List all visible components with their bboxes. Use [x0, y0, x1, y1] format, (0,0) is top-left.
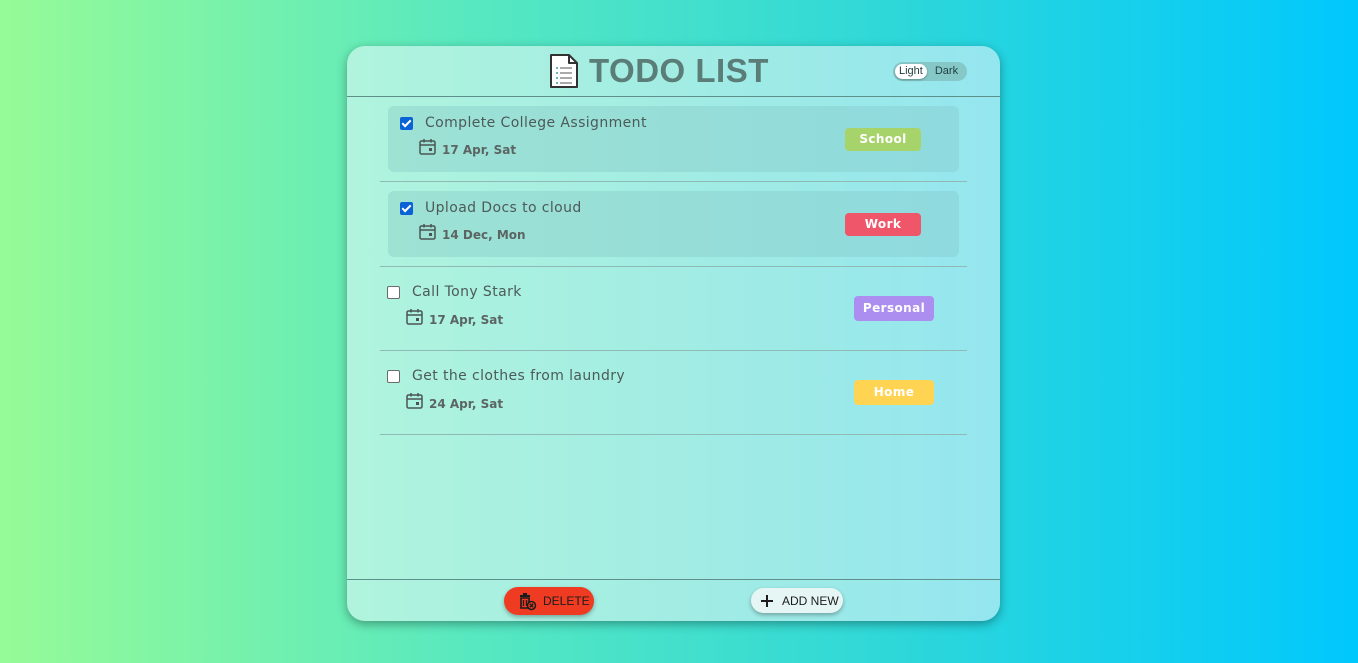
document-list-icon	[550, 54, 578, 88]
category-tag-home: Home	[854, 380, 934, 405]
task-checkbox[interactable]	[387, 286, 400, 299]
task-name: Upload Docs to cloud	[425, 200, 582, 216]
theme-option-light[interactable]: Light	[895, 64, 927, 79]
category-tag-personal: Personal	[854, 296, 934, 321]
todo-card: TODO LIST Light Dark Complete College As…	[347, 46, 1000, 621]
task-date: 17 Apr, Sat	[442, 143, 517, 157]
header: TODO LIST Light Dark	[347, 46, 1000, 97]
task-date: 14 Dec, Mon	[442, 228, 526, 242]
task-checkbox[interactable]	[400, 202, 413, 215]
task-checkbox[interactable]	[400, 117, 413, 130]
task-name: Complete College Assignment	[425, 115, 647, 131]
theme-toggle[interactable]: Light Dark	[893, 62, 967, 81]
add-new-button-label: ADD NEW	[782, 593, 839, 608]
delete-button-label: DELETE	[543, 594, 590, 608]
theme-option-dark[interactable]: Dark	[931, 64, 962, 79]
calendar-icon	[406, 309, 423, 325]
divider	[380, 434, 967, 435]
plus-icon	[761, 594, 773, 607]
divider	[380, 266, 967, 267]
category-tag-school: School	[845, 128, 921, 151]
add-new-button[interactable]: ADD NEW	[751, 588, 843, 613]
task-date: 17 Apr, Sat	[429, 313, 504, 327]
category-tag-work: Work	[845, 213, 921, 236]
divider	[380, 350, 967, 351]
task-checkbox[interactable]	[387, 370, 400, 383]
divider	[380, 181, 967, 182]
trash-icon	[520, 593, 537, 611]
page-title: TODO LIST	[589, 52, 769, 89]
calendar-icon	[419, 224, 436, 240]
delete-button[interactable]: DELETE	[504, 587, 594, 615]
calendar-icon	[419, 139, 436, 155]
footer: DELETE ADD NEW	[347, 579, 1000, 621]
task-date: 24 Apr, Sat	[429, 397, 504, 411]
task-name: Get the clothes from laundry	[412, 368, 626, 384]
task-name: Call Tony Stark	[412, 284, 522, 300]
calendar-icon	[406, 393, 423, 409]
